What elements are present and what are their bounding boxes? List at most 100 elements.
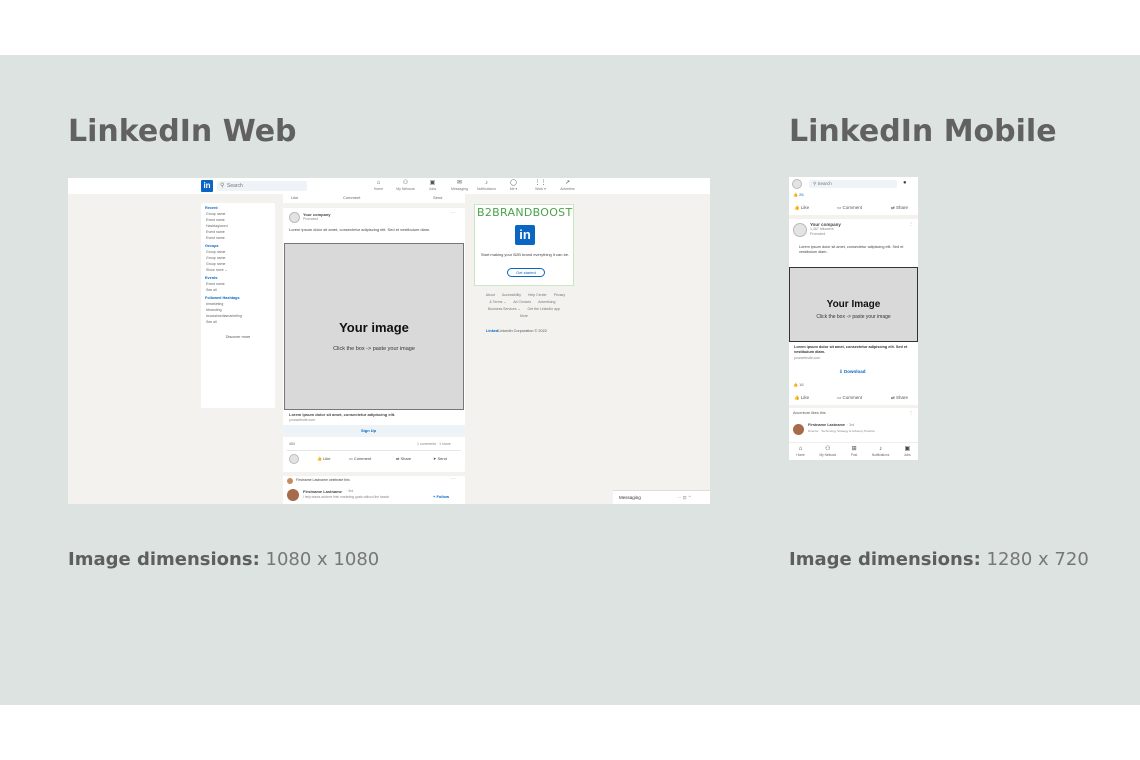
mobile-author-name[interactable]: Firstname Lastname <box>808 423 845 427</box>
image-hint: Click the box -> paste your image <box>333 346 415 352</box>
notifications-icon: ♪ <box>879 446 883 452</box>
more-icon[interactable]: ··· <box>451 210 455 215</box>
author-avatar[interactable] <box>287 489 299 501</box>
author-name[interactable]: Firstname Lastname <box>303 489 342 494</box>
footer-link[interactable]: Accessibility <box>502 293 521 297</box>
image-title: Your image <box>339 320 409 335</box>
mobile-tab-home[interactable]: ⌂ Home <box>796 443 805 460</box>
me-icon: ◯ <box>510 180 517 186</box>
mobile-company-avatar[interactable] <box>793 223 807 237</box>
nav-item-work[interactable]: ⋮⋮ Work ▾ <box>527 179 554 191</box>
celebrator-avatar[interactable] <box>287 478 293 484</box>
notifications-icon: ♪ <box>485 180 488 186</box>
sidebar-item[interactable]: See all <box>201 319 275 325</box>
share-button[interactable]: ⇄ Share <box>396 456 411 461</box>
sidebar-section-title[interactable]: Groups <box>201 241 275 249</box>
mobile-promoted: Promoted <box>810 232 826 236</box>
author-subtitle: I help teams achieve their marketing goa… <box>303 495 390 499</box>
footer-link[interactable]: Help Center <box>528 293 547 297</box>
prev-like[interactable]: Like <box>291 195 298 200</box>
mobile-search-input[interactable]: ⚲ Search <box>809 180 897 188</box>
mobile-tab-notifications[interactable]: ♪ Notifications <box>872 443 889 460</box>
top-comment-button[interactable]: ▭ Comment <box>837 205 862 211</box>
company-avatar[interactable] <box>289 212 300 223</box>
mobile-download-button[interactable]: ⇩ Download <box>839 369 866 375</box>
mobile-dims-caption: Image dimensions: 1280 x 720 <box>789 549 1089 570</box>
mobile-tab-label: Notifications <box>871 453 890 457</box>
profile-avatar[interactable] <box>792 179 802 189</box>
ad-cta-button[interactable]: Get started <box>507 268 545 277</box>
linkedin-web-mockup: in ⚲ Search ⌂ Home ⚇ My Network ▣ Jobs ✉ Messag… <box>68 178 710 504</box>
nav-item-network[interactable]: ⚇ My Network <box>392 179 419 191</box>
mobile-tab-network[interactable]: ⚇ My Network <box>819 443 836 460</box>
chat-icon[interactable]: ● <box>903 180 907 186</box>
messaging-icons[interactable]: ··· ⊡ ⌃ <box>677 491 692 504</box>
nav-item-home[interactable]: ⌂ Home <box>365 179 392 191</box>
comment-button[interactable]: ▭ Comment <box>349 456 371 461</box>
nav-item-advertise[interactable]: ↗ Advertise <box>554 179 581 191</box>
mobile-dims-label: Image dimensions: <box>789 549 981 570</box>
advertise-icon: ↗ <box>564 180 571 186</box>
footer-link[interactable]: Business Services ⌄ <box>488 307 521 311</box>
nav-label: Home <box>373 187 384 191</box>
image-placeholder[interactable]: Your image Click the box -> paste your i… <box>284 243 464 410</box>
top-like-button[interactable]: 👍 Like <box>794 205 809 211</box>
mobile-author-avatar[interactable] <box>793 424 804 435</box>
mobile-next-more-icon[interactable]: ⋮ <box>909 410 913 415</box>
prev-send[interactable]: Send <box>433 195 442 200</box>
top-reaction-count[interactable]: 👍 26 <box>793 192 804 197</box>
mobile-more-icon[interactable]: ⋮ <box>909 221 913 226</box>
nav-item-me[interactable]: ◯ Me ▾ <box>500 179 527 191</box>
nav-item-messaging[interactable]: ✉ Messaging <box>446 179 473 191</box>
right-ad-card[interactable]: B2BRANDBOOST in Start making your B2B br… <box>474 204 574 286</box>
top-share-button[interactable]: ⇄ Share <box>891 205 908 211</box>
discover-more-link[interactable]: Discover more <box>201 335 275 339</box>
nav-item-notifications[interactable]: ♪ Notifications <box>473 179 500 191</box>
cta-button-label[interactable]: Sign Up <box>361 428 376 433</box>
prev-comment[interactable]: Comment <box>343 195 360 200</box>
mobile-tab-jobs[interactable]: ▣ Jobs <box>904 443 911 460</box>
mobile-search-placeholder: Search <box>817 181 832 186</box>
cta-bar[interactable]: Sign Up <box>283 425 465 437</box>
actor-avatar[interactable] <box>289 454 299 464</box>
sidebar-section-title[interactable]: Events <box>201 273 275 281</box>
next-more-icon[interactable]: ··· <box>451 476 455 481</box>
ad-text: Start making your B2B brand everything i… <box>480 252 570 257</box>
footer-link[interactable]: About <box>486 293 495 297</box>
search-input[interactable]: ⚲ Search <box>217 181 307 191</box>
like-button[interactable]: 👍 Like <box>317 456 330 461</box>
web-dims-value: 1080 x 1080 <box>265 549 380 570</box>
mobile-link-headline[interactable]: Lorem ipsum dolor sit amet, consectetur … <box>794 345 914 355</box>
mobile-reaction-count[interactable]: 👍 16 <box>793 382 804 387</box>
reaction-count[interactable]: 453 <box>289 442 295 446</box>
mobile-image-title: Your Image <box>826 299 881 310</box>
jobs-icon: ▣ <box>904 446 911 452</box>
mobile-tab-post[interactable]: ⊞ Post <box>851 443 857 460</box>
left-sidebar: Recent Group name Event name Hashtag/word Ev… <box>201 203 275 408</box>
footer-link[interactable]: More <box>520 314 528 318</box>
messaging-bar[interactable]: Messaging ··· ⊡ ⌃ <box>613 490 710 504</box>
sidebar-section-title[interactable]: Recent <box>201 203 275 211</box>
nav-item-jobs[interactable]: ▣ Jobs <box>419 179 446 191</box>
top-reaction-number: 26 <box>799 192 804 197</box>
follow-button[interactable]: + Follow <box>433 494 449 499</box>
next-post: Firstname Lastname celebrate this ··· Fi… <box>283 476 465 504</box>
footer-link[interactable]: Get the LinkedIn app <box>527 307 560 311</box>
comment-share-count[interactable]: 1 comments · 1 share <box>417 442 451 446</box>
footer-link[interactable]: Advertising <box>538 300 555 304</box>
home-icon: ⌂ <box>376 180 381 186</box>
footer-link[interactable]: Ad Choices <box>513 300 531 304</box>
mobile-like-button[interactable]: 👍 Like <box>794 395 809 401</box>
mobile-image-placeholder[interactable]: Your Image Click the box -> paste your i… <box>789 267 918 342</box>
mobile-comment-button[interactable]: ▭ Comment <box>837 395 862 401</box>
send-button[interactable]: ➤ Send <box>433 456 447 461</box>
mobile-sponsored-post: Your company 1,467 followers Promoted ⋮ … <box>789 219 918 405</box>
mobile-share-button[interactable]: ⇄ Share <box>891 395 908 401</box>
linkedin-logo[interactable]: in <box>201 180 213 192</box>
jobs-icon: ▣ <box>429 180 436 186</box>
messaging-label: Messaging <box>619 495 641 500</box>
link-headline[interactable]: Lorem ipsum dolor sit amet, consectetur … <box>289 412 395 417</box>
linkedin-mobile-mockup: ⚲ Search ● 👍 26 👍 Like ▭ Comment ⇄ Share… <box>789 177 918 460</box>
sponsored-post: Your company Promoted ··· Lorem ipsum do… <box>283 208 465 472</box>
sidebar-section-title[interactable]: Followed Hashtags <box>201 293 275 301</box>
